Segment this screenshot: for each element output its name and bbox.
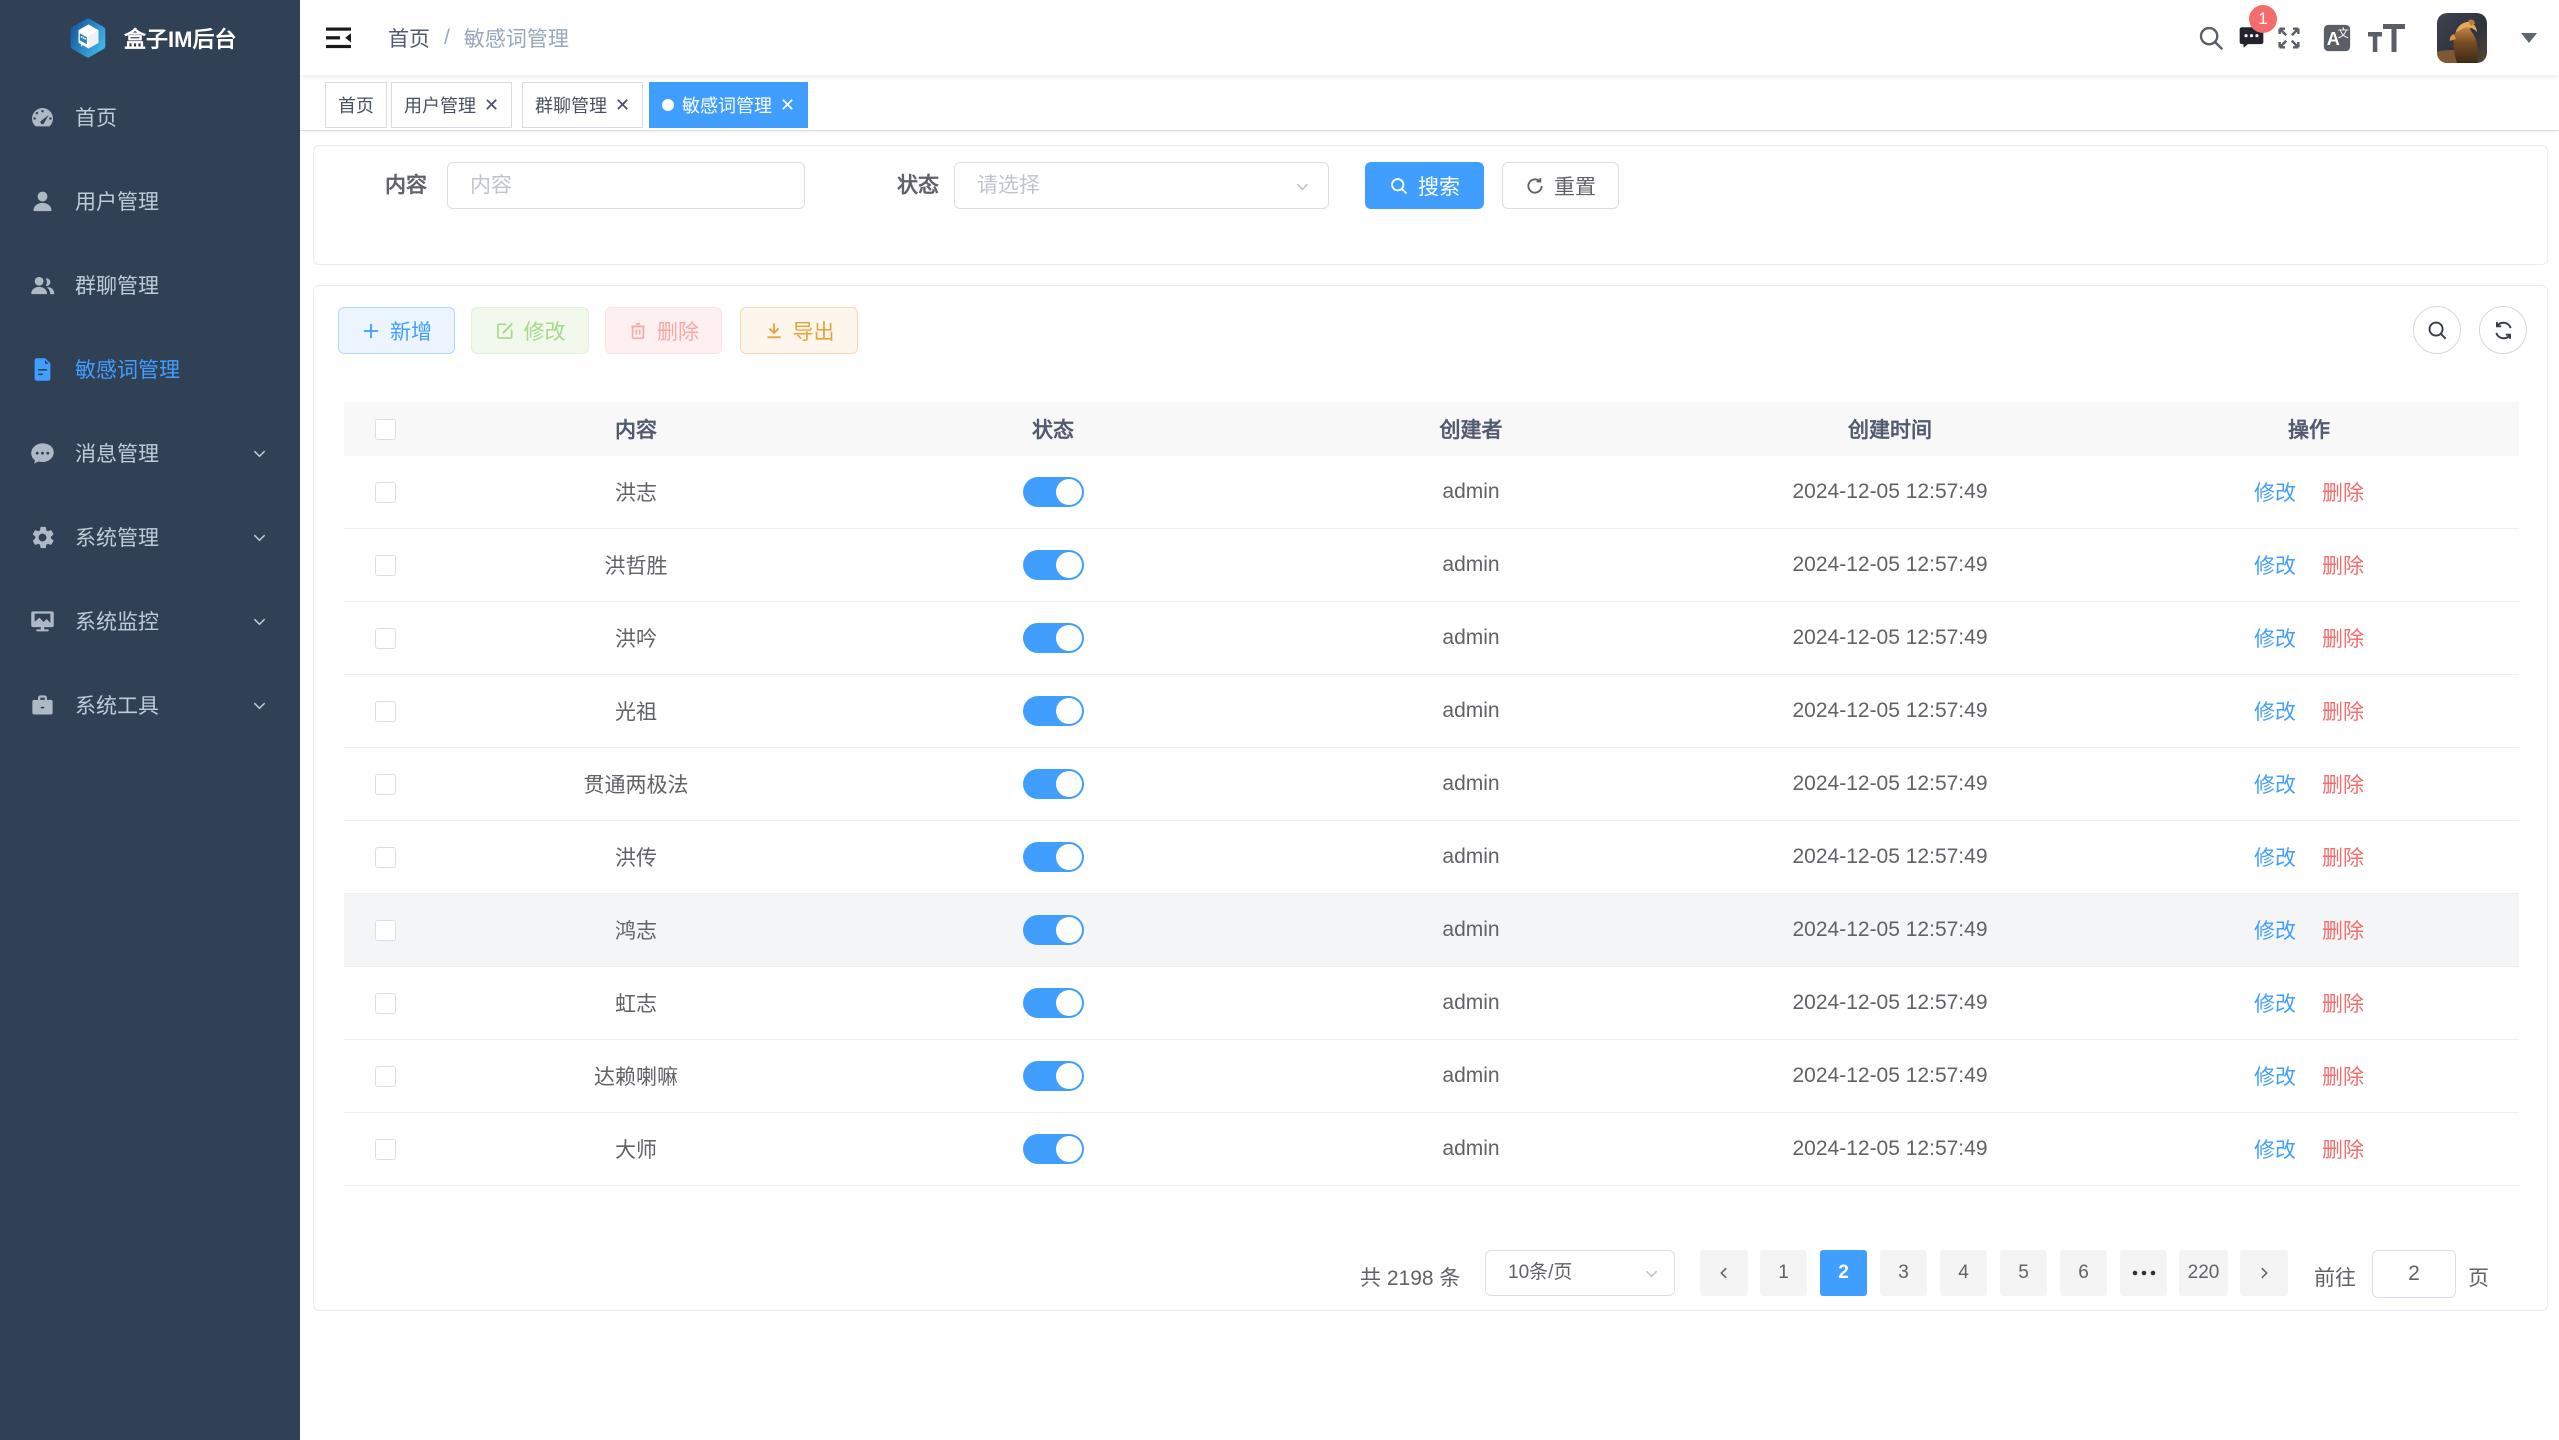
svg-text:文: 文	[2338, 25, 2349, 39]
